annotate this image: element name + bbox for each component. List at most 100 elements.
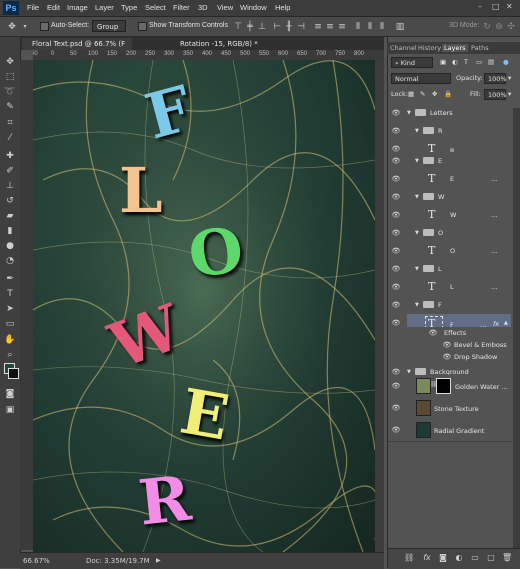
layer-stone-texture[interactable]: 👁 Stone Texture xyxy=(388,397,512,420)
crop-tool-icon[interactable]: ⌗ xyxy=(3,116,17,130)
lock-image-icon[interactable]: ✎ xyxy=(420,90,425,98)
new-group-icon[interactable]: ▭ xyxy=(470,553,480,563)
layer-options-icon[interactable]: … xyxy=(491,247,498,255)
clone-stamp-tool-icon[interactable]: ⊥ xyxy=(3,179,17,193)
document-tab[interactable]: Floral Text.psd @ 66.7% (F xyxy=(22,38,132,50)
expand-arrow-icon[interactable]: ▼ xyxy=(415,266,419,272)
background-color-swatch[interactable] xyxy=(8,368,19,379)
menu-filter[interactable]: Filter xyxy=(173,3,190,12)
effect-bevel-emboss[interactable]: 👁 Bevel & Emboss xyxy=(388,339,512,351)
tab-channels[interactable]: Channel xyxy=(390,44,417,52)
align-center-icon[interactable]: ╫ xyxy=(283,21,295,33)
tab-paths[interactable]: Paths xyxy=(471,44,489,52)
lasso-tool-icon[interactable]: ➰ xyxy=(3,85,17,99)
tab-layers[interactable]: Layers xyxy=(442,44,468,52)
menu-file[interactable]: File xyxy=(27,3,39,12)
move-tool-icon[interactable]: ✥ xyxy=(3,55,17,69)
close-icon[interactable]: ✕ xyxy=(506,2,513,11)
marquee-tool-icon[interactable]: ⬚ xyxy=(3,70,17,84)
history-brush-tool-icon[interactable]: ↺ xyxy=(3,194,17,208)
layers-scrollbar[interactable] xyxy=(513,108,520,548)
eye-icon[interactable]: 👁 xyxy=(391,282,401,292)
distribute-top-icon[interactable]: ≡ xyxy=(312,21,324,33)
align-left-icon[interactable]: ⊢ xyxy=(271,21,283,33)
shape-tool-icon[interactable]: ▭ xyxy=(3,317,17,331)
expand-arrow-icon[interactable]: ▼ xyxy=(415,230,419,236)
expand-arrow-icon[interactable]: ▼ xyxy=(415,128,419,134)
delete-layer-icon[interactable]: 🗑 xyxy=(502,553,512,563)
expand-arrow-icon[interactable]: ▼ xyxy=(415,194,419,200)
layer-text-o[interactable]: 👁 T O … xyxy=(388,242,512,261)
layer-radial-gradient[interactable]: 👁 Radial Gradient xyxy=(388,419,512,442)
adjustment-layer-icon[interactable]: ◐ xyxy=(454,553,464,563)
eye-icon[interactable]: 👁 xyxy=(391,156,401,166)
menu-select[interactable]: Select xyxy=(145,3,166,12)
eye-icon[interactable]: 👁 xyxy=(391,228,401,238)
move-tool-icon[interactable]: ✥ xyxy=(6,21,18,33)
filter-pixel-icon[interactable]: ▣ xyxy=(440,58,446,66)
align-middle-icon[interactable]: ╪ xyxy=(244,21,256,33)
layer-group-w[interactable]: 👁 ▼ W xyxy=(388,188,512,207)
blur-tool-icon[interactable]: ● xyxy=(3,239,17,253)
menu-layer[interactable]: Layer xyxy=(95,3,114,12)
distribute-bottom-icon[interactable]: ≡ xyxy=(336,21,348,33)
effects-header[interactable]: 👁 Effects xyxy=(388,327,512,339)
expand-arrow-icon[interactable]: ▼ xyxy=(407,110,411,116)
menu-image[interactable]: Image xyxy=(67,3,88,12)
quick-select-tool-icon[interactable]: ✎ xyxy=(3,100,17,114)
eye-icon[interactable]: 👁 xyxy=(391,126,401,136)
expand-arrow-icon[interactable]: ▼ xyxy=(415,302,419,308)
layer-group-o[interactable]: 👁 ▼ O xyxy=(388,224,512,243)
eye-icon[interactable]: 👁 xyxy=(391,174,401,184)
menu-window[interactable]: Window xyxy=(240,3,267,12)
eye-icon[interactable]: 👁 xyxy=(391,403,401,413)
layer-text-e[interactable]: 👁 T E … xyxy=(388,170,512,189)
fill-value[interactable]: 100% xyxy=(484,89,507,100)
new-layer-icon[interactable]: ▢ xyxy=(486,553,496,563)
filter-adjustment-icon[interactable]: ◐ xyxy=(452,58,458,66)
3d-rotate-icon[interactable]: ↻ xyxy=(481,21,493,33)
eye-icon[interactable]: 👁 xyxy=(391,108,401,118)
doc-size[interactable]: Doc: 3.35M/19.7M xyxy=(86,557,150,565)
status-menu-arrow-icon[interactable]: ▶ xyxy=(156,557,161,564)
dodge-tool-icon[interactable]: ◔ xyxy=(3,254,17,268)
quick-mask-icon[interactable]: ◙ xyxy=(3,387,17,401)
menu-edit[interactable]: Edit xyxy=(47,3,60,12)
canvas-scrollbar[interactable] xyxy=(375,60,384,552)
menu-type[interactable]: Type xyxy=(121,3,137,12)
filter-smart-object-icon[interactable]: ▤ xyxy=(488,58,494,66)
eye-icon[interactable]: 👁 xyxy=(391,264,401,274)
brush-tool-icon[interactable]: ✐ xyxy=(3,164,17,178)
layer-text-w[interactable]: 👁 T W … xyxy=(388,206,512,225)
letter-l[interactable]: L xyxy=(119,160,163,222)
menu-view[interactable]: View xyxy=(217,3,233,12)
eye-icon[interactable]: 👁 xyxy=(391,246,401,256)
distribute-left-icon[interactable]: ⦀ xyxy=(352,21,364,33)
eye-icon[interactable]: 👁 xyxy=(391,425,401,435)
eyedropper-tool-icon[interactable]: ⁄ xyxy=(3,131,17,145)
layer-options-icon[interactable]: … xyxy=(491,211,498,219)
layer-group-l[interactable]: 👁 ▼ L xyxy=(388,260,512,279)
path-select-tool-icon[interactable]: ➤ xyxy=(3,302,17,316)
gradient-tool-icon[interactable]: ▮ xyxy=(3,224,17,238)
layer-group-f[interactable]: 👁 ▼ F xyxy=(388,296,512,315)
type-tool-icon[interactable]: T xyxy=(3,287,17,301)
healing-brush-tool-icon[interactable]: ✚ xyxy=(3,149,17,163)
dropdown-arrow-icon[interactable]: ▾ xyxy=(19,21,31,33)
left-ruler[interactable] xyxy=(20,60,34,550)
screen-mode-icon[interactable]: ▣ xyxy=(3,403,17,417)
show-transform-checkbox[interactable] xyxy=(138,22,147,31)
filter-toggle-icon[interactable]: ● xyxy=(503,58,509,66)
fill-dropdown-icon[interactable]: ▾ xyxy=(508,90,511,98)
zoom-level[interactable]: 66.67% xyxy=(23,557,50,565)
layer-group-r[interactable]: 👁 ▼ R xyxy=(388,122,512,141)
letter-o[interactable]: O xyxy=(184,213,248,293)
auto-select-checkbox[interactable] xyxy=(40,22,49,31)
add-style-icon[interactable]: fx xyxy=(422,553,432,563)
auto-align-icon[interactable]: ▥ xyxy=(394,21,406,33)
eye-icon[interactable]: 👁 xyxy=(442,340,452,350)
eye-icon[interactable]: 👁 xyxy=(442,352,452,362)
3d-pan-icon[interactable]: ✣ xyxy=(505,21,517,33)
layer-options-icon[interactable]: … xyxy=(491,175,498,183)
tab-history[interactable]: History xyxy=(418,44,441,52)
